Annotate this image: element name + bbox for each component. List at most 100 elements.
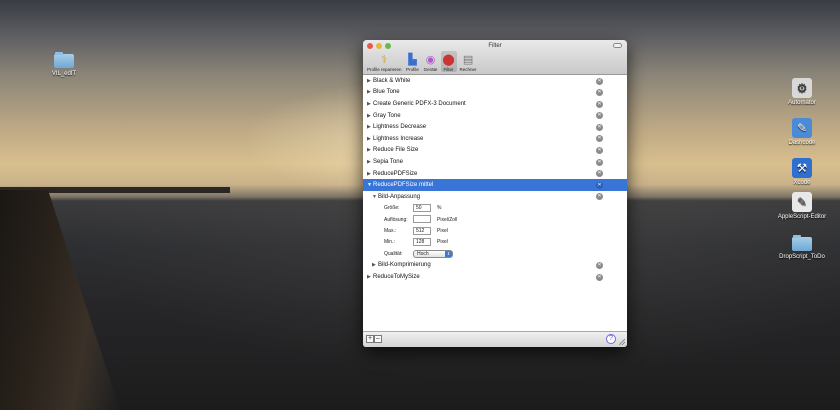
desktop-icon-xcode[interactable]: ⚒ Xcode <box>764 158 840 186</box>
desktop-icon-dashcode[interactable]: ✎ Dashcode <box>764 118 840 146</box>
disclosure-triangle-icon[interactable]: ▶ <box>367 147 372 153</box>
param-label: Max.: <box>384 228 397 234</box>
filter-list[interactable]: ▶ Black & White ✕ ▶ Blue Tone ✕ ▶ Create… <box>363 75 627 331</box>
applescript-icon: ✎ <box>792 192 812 212</box>
filter-row[interactable]: ▶ Gray Tone ✕ <box>363 110 627 122</box>
disclosure-triangle-icon[interactable]: ▶ <box>367 274 372 280</box>
desktop-icon-vil-edit[interactable]: VIL_edIT <box>26 52 102 77</box>
remove-button[interactable]: – <box>374 335 382 343</box>
min-field[interactable]: 128 <box>413 238 431 247</box>
filter-row[interactable]: ▶ ReduceToMySize ✕ <box>363 271 627 283</box>
disclosure-triangle-icon[interactable]: ▶ <box>367 78 372 84</box>
disclosure-triangle-icon[interactable]: ▶ <box>367 113 372 119</box>
action-badge-icon[interactable]: ✕ <box>596 135 603 143</box>
dashcode-icon: ✎ <box>792 118 812 138</box>
toolbar-profile-repair-button[interactable]: ⚕ Profile reparieren <box>366 51 403 73</box>
toolbar-label: Geräte <box>423 67 438 72</box>
disclosure-triangle-icon[interactable]: ▶ <box>372 262 377 268</box>
desktop-icon-automator[interactable]: ⚙ Automator <box>764 78 840 106</box>
filter-row[interactable]: ▶ Blue Tone ✕ <box>363 87 627 99</box>
action-badge-icon[interactable]: ✕ <box>596 100 603 108</box>
param-label: Min.: <box>384 239 395 246</box>
filter-label: Black & White <box>373 77 411 84</box>
profile-icon: ▙ <box>408 53 417 66</box>
toolbar-filter-button[interactable]: ⬤ Filter <box>440 51 457 72</box>
filter-window: Filter ⚕ Profile reparieren ▙ Profile ◉ … <box>363 40 627 347</box>
param-label: Qualität: <box>384 250 403 257</box>
section-row-bild-komprimierung[interactable]: ▶ Bild-Komprimierung ✕ <box>363 259 627 271</box>
max-field[interactable]: 512 <box>413 226 431 235</box>
toolbar-profile-button[interactable]: ▙ Profile <box>405 51 421 73</box>
qualitaet-select[interactable]: Hoch ⇕ <box>413 249 453 258</box>
desktop-icon-label: Xcode <box>793 180 811 186</box>
filter-row[interactable]: ▶ Sepia Tone ✕ <box>363 156 627 168</box>
param-unit: Pixel <box>437 239 448 246</box>
action-badge-icon[interactable]: ✕ <box>596 158 603 166</box>
desktop-icon-label: VIL_edIT <box>51 71 77 77</box>
desktop-icon-dropscript-todo[interactable]: DropScript_ToDo <box>764 235 840 260</box>
filter-label: ReduceToMySize <box>373 273 420 280</box>
filter-row[interactable]: ▶ Reduce File Size ✕ <box>363 145 627 157</box>
desktop-icon-applescript-editor[interactable]: ✎ AppleScript-Editor <box>764 192 840 220</box>
param-unit: Pixel <box>437 228 448 234</box>
resize-grip-icon[interactable] <box>619 339 625 345</box>
disclosure-triangle-icon[interactable]: ▶ <box>367 101 372 107</box>
filter-row[interactable]: ▶ ReducePDFSize ✕ <box>363 168 627 180</box>
action-badge-icon[interactable]: ✕ <box>596 273 603 281</box>
action-badge-icon[interactable]: ✕ <box>596 112 603 120</box>
action-badge-icon[interactable]: ✕ <box>596 147 603 155</box>
param-label: Auflösung: <box>384 216 408 223</box>
disclosure-triangle-icon[interactable]: ▶ <box>367 159 372 165</box>
filter-label: Lightness Decrease <box>373 124 427 131</box>
param-unit: % <box>437 205 442 212</box>
action-badge-icon[interactable]: ✕ <box>596 261 603 269</box>
param-max: Max.: 512 Pixel <box>363 225 627 236</box>
select-arrows-icon: ⇕ <box>445 250 452 257</box>
window-titlebar[interactable]: Filter ⚕ Profile reparieren ▙ Profile ◉ … <box>363 40 627 75</box>
disclosure-triangle-open-icon[interactable]: ▼ <box>372 194 377 200</box>
filter-row[interactable]: ▶ Black & White ✕ <box>363 75 627 87</box>
add-button[interactable]: + <box>366 335 374 343</box>
disclosure-triangle-icon[interactable]: ▶ <box>367 171 372 177</box>
filter-row[interactable]: ▶ Lightness Increase ✕ <box>363 133 627 145</box>
folder-icon <box>792 235 812 251</box>
param-aufloesung: Auflösung: Pixel/Zoll <box>363 214 627 225</box>
filter-row[interactable]: ▶ Lightness Decrease ✕ <box>363 121 627 133</box>
param-qualitaet: Qualität: Hoch ⇕ <box>363 248 627 259</box>
action-badge-icon[interactable]: ✕ <box>596 193 603 201</box>
param-min: Min.: 128 Pixel <box>363 237 627 248</box>
toolbar-calculator-button[interactable]: ▤ Rechner <box>459 51 478 73</box>
toolbar-devices-button[interactable]: ◉ Geräte <box>423 51 439 73</box>
filter-row-selected[interactable]: ▼ ReducePDFSize mittel ✕ <box>363 179 627 191</box>
groesse-field[interactable]: 50 <box>413 204 431 213</box>
param-groesse: Größe: 50 % <box>363 203 627 214</box>
section-row-bild-anpassung[interactable]: ▼ Bild-Anpassung ✕ <box>363 191 627 203</box>
filter-row[interactable]: ▶ Create Generic PDFX-3 Document ✕ <box>363 98 627 110</box>
window-bottom-bar: + – ? <box>363 331 627 347</box>
filter-label: Sepia Tone <box>373 158 403 165</box>
filter-label: Reduce File Size <box>373 147 419 154</box>
action-badge-icon[interactable]: ✕ <box>596 170 603 178</box>
section-label: Bild-Komprimierung <box>378 262 431 269</box>
devices-icon: ◉ <box>425 53 436 66</box>
disclosure-triangle-icon[interactable]: ▶ <box>367 89 372 95</box>
desktop-icon-label: Dashcode <box>788 140 816 146</box>
action-badge-icon[interactable]: ✕ <box>596 77 603 85</box>
filter-icon: ⬤ <box>442 53 455 66</box>
desktop-icon-label: Automator <box>788 100 816 106</box>
param-label: Größe: <box>384 205 400 212</box>
param-unit: Pixel/Zoll <box>437 216 458 223</box>
calculator-icon: ▤ <box>462 53 474 66</box>
disclosure-triangle-icon[interactable]: ▶ <box>367 136 372 142</box>
aufloesung-field[interactable] <box>413 215 431 224</box>
disclosure-triangle-open-icon[interactable]: ▼ <box>367 182 372 188</box>
toolbar-toggle-button[interactable] <box>613 43 622 48</box>
help-button[interactable]: ? <box>606 334 616 344</box>
action-badge-icon[interactable]: ✕ <box>596 89 603 97</box>
action-badge-icon[interactable]: ✕ <box>596 123 603 131</box>
disclosure-triangle-icon[interactable]: ▶ <box>367 124 372 130</box>
desktop-icon-label: DropScript_ToDo <box>779 254 825 260</box>
action-badge-icon[interactable]: ✕ <box>596 181 603 189</box>
window-toolbar: ⚕ Profile reparieren ▙ Profile ◉ Geräte … <box>366 51 478 72</box>
filter-label: ReducePDFSize mittel <box>373 182 434 189</box>
